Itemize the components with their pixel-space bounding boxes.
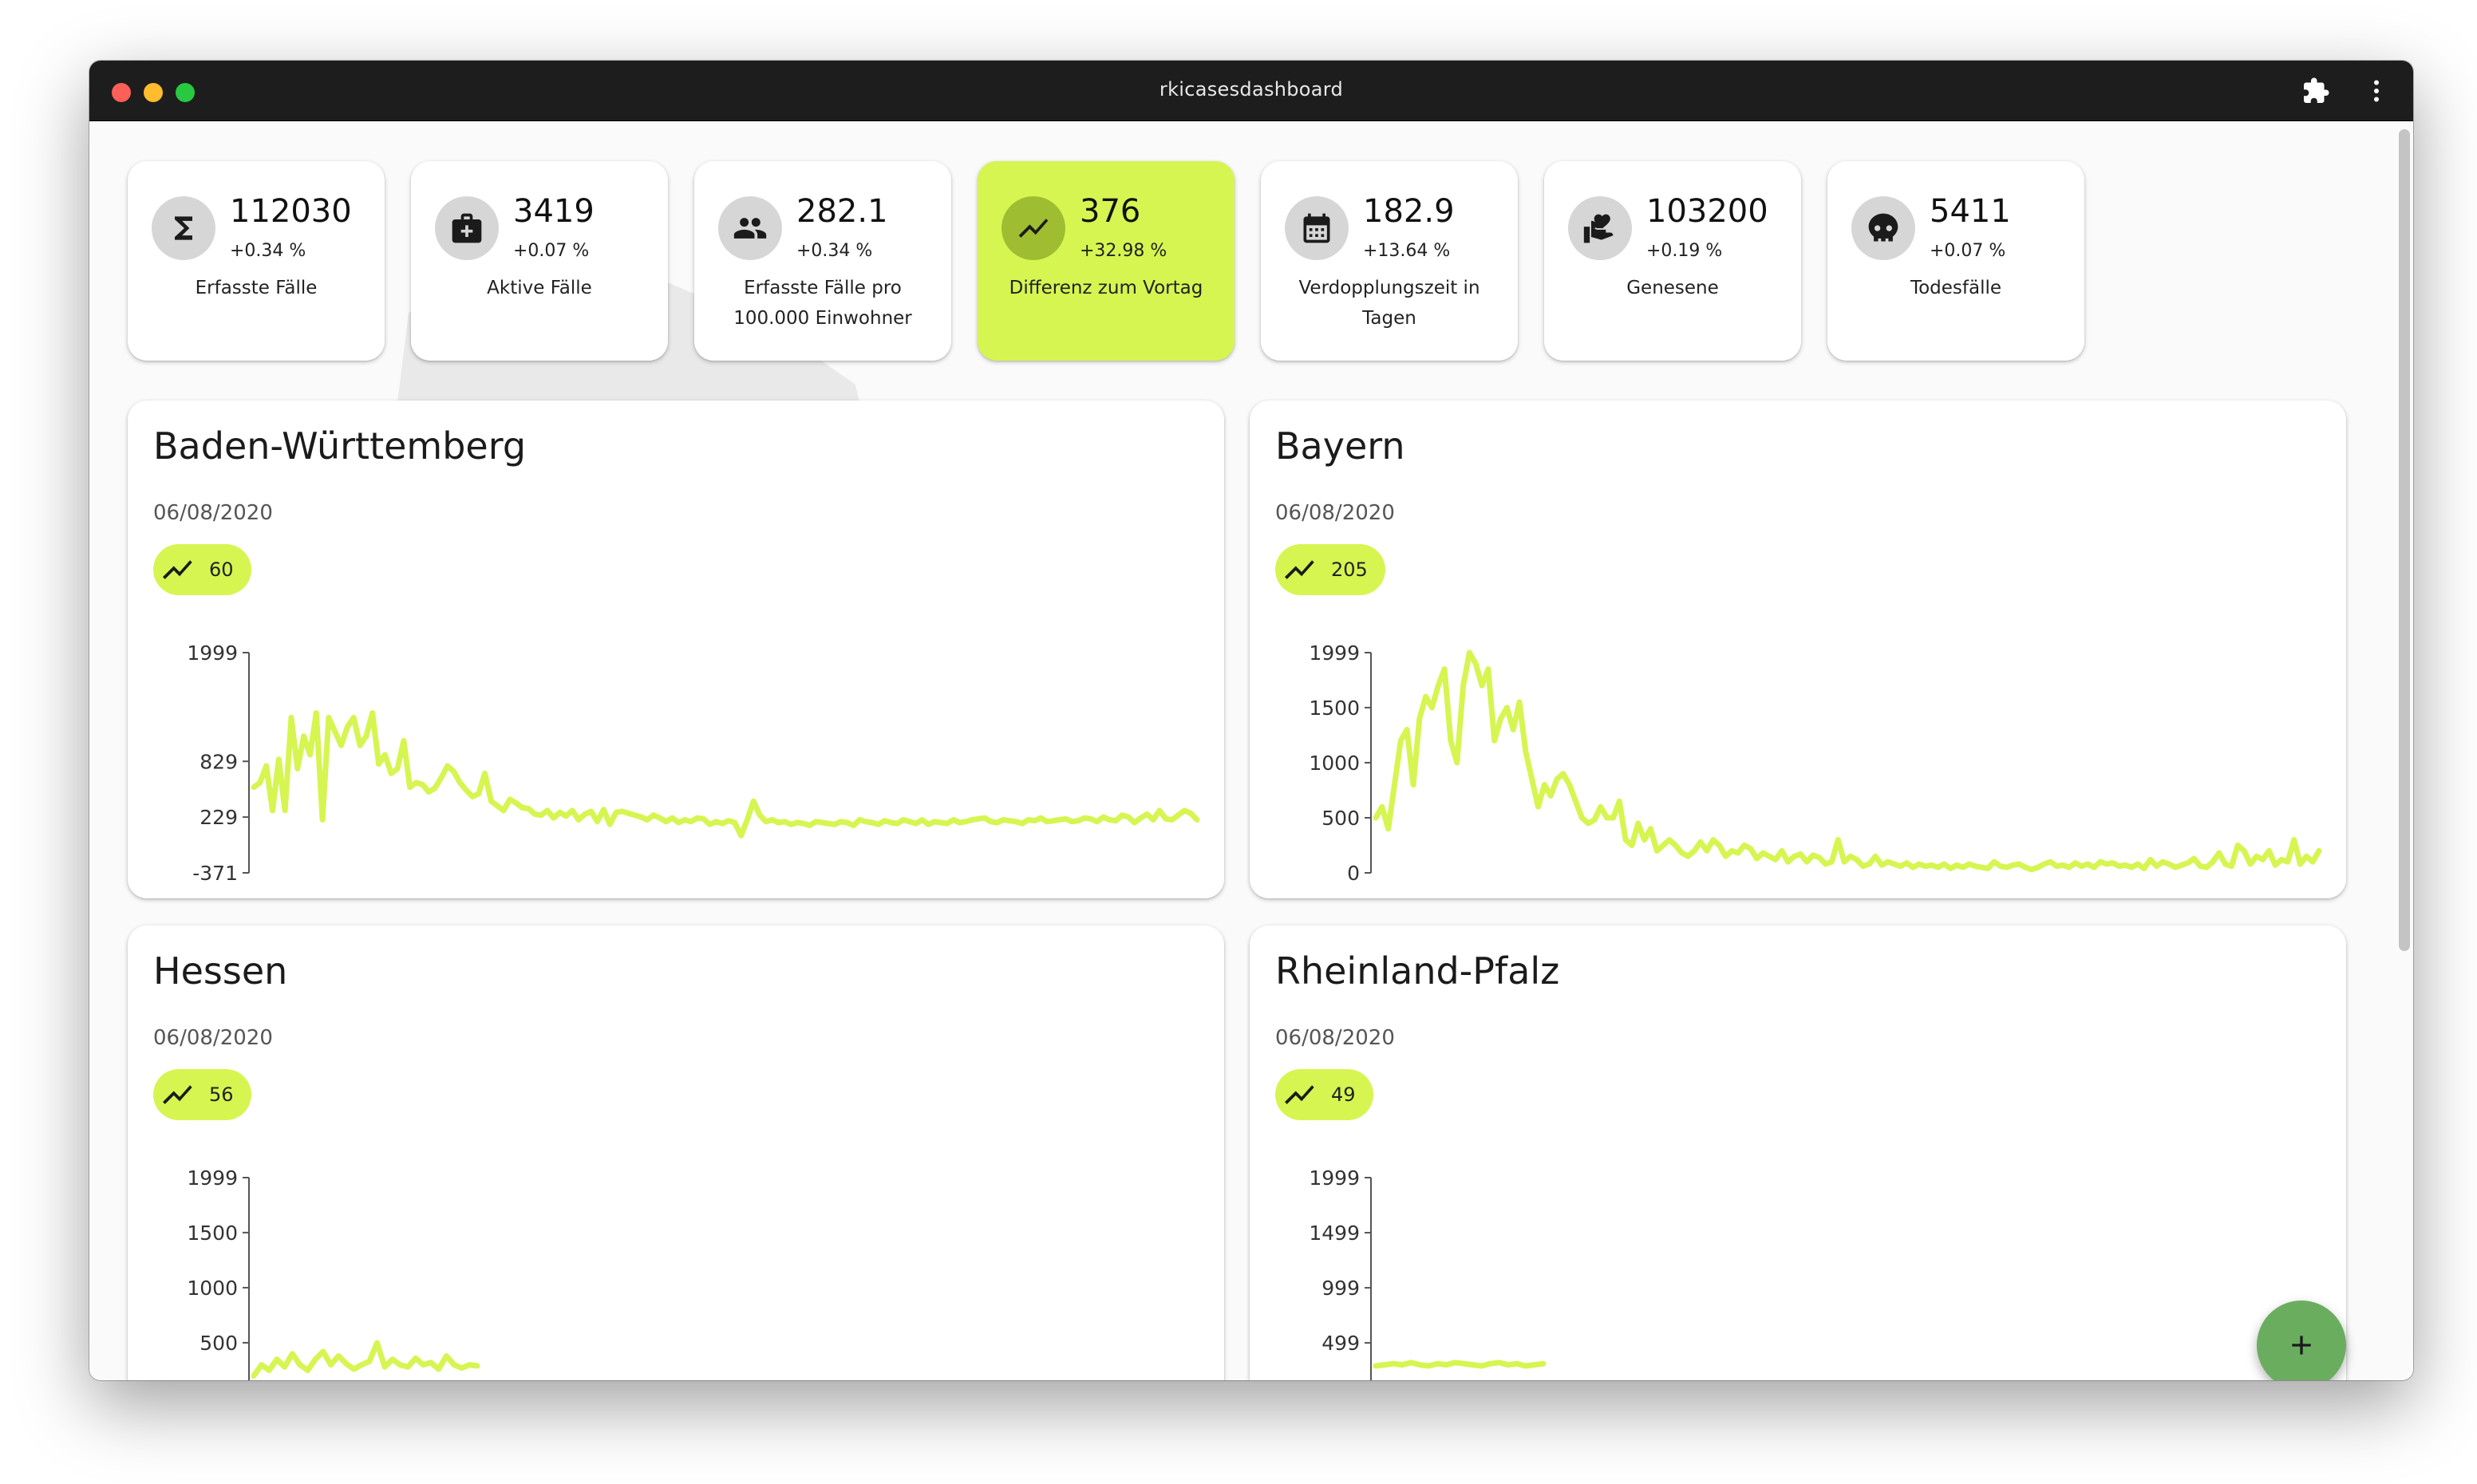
stat-value: 182.9 — [1363, 193, 1455, 230]
stat-change: +0.19 % — [1646, 241, 1723, 261]
stat-icon-wrap — [1001, 196, 1065, 260]
trend-line-chart: 1999 829 229 -371 — [187, 641, 1200, 885]
stat-label: Verdopplungszeit in Tagen — [1298, 278, 1480, 329]
stat-card[interactable]: 3419 +0.07 % Aktive Fälle — [411, 161, 668, 361]
window-title: rkicasesdashboard — [1159, 78, 1344, 101]
y-tick-label: -371 — [192, 862, 238, 885]
dashboard-content: 112030 +0.34 % Erfasste Fälle 3419 +0.07… — [89, 121, 2413, 1380]
stat-change: +0.07 % — [513, 241, 590, 261]
y-tick-label: 499 — [1321, 1332, 1360, 1355]
y-tick-label: 0 — [1347, 862, 1360, 885]
skull-icon — [1868, 213, 1898, 242]
stat-card[interactable]: 376 +32.98 % Differenz zum Vortag — [978, 161, 1235, 361]
more-vert-icon[interactable] — [2362, 77, 2391, 105]
stat-label: Genesene — [1626, 278, 1719, 298]
stat-value: 5411 — [1930, 193, 2011, 230]
trend-series-line — [251, 1340, 480, 1379]
stat-label: Todesfälle — [1910, 278, 2002, 298]
stat-value: 376 — [1080, 193, 1141, 230]
stat-icon-wrap — [718, 196, 782, 260]
y-tick-label: 1999 — [187, 641, 238, 665]
stat-card[interactable]: 103200 +0.19 % Genesene — [1544, 161, 1801, 361]
plus-icon — [2292, 1336, 2311, 1355]
trend-line-chart: 1999 1499 999 499 — [1309, 1166, 1547, 1380]
heart-hand-icon — [1583, 214, 1614, 243]
stat-icon-wrap — [1851, 196, 1915, 260]
add-fab-button[interactable] — [2257, 1300, 2346, 1380]
trend-line-chart: 1999 1500 1000 500 — [187, 1166, 480, 1380]
stat-label: Erfasste Fälle pro 100.000 Einwohner — [733, 278, 912, 329]
state-card[interactable]: Bayern 06/08/2020 205 1999 1500 1000 500 0 — [1250, 401, 2346, 898]
title-bar: rkicasesdashboard — [89, 61, 2413, 121]
app-window: rkicasesdashboard 112030 +0.34 % Erfasst… — [89, 61, 2413, 1380]
medical-bag-icon — [452, 213, 482, 243]
stat-card[interactable]: 5411 +0.07 % Todesfälle — [1827, 161, 2084, 361]
y-tick-label: 1999 — [1309, 641, 1360, 665]
trend-series-line — [1373, 1360, 1547, 1369]
trend-series-line — [251, 710, 1200, 839]
stat-value: 103200 — [1646, 193, 1768, 230]
stat-icon-wrap — [1568, 196, 1632, 260]
stat-change: +0.34 % — [230, 241, 306, 261]
stat-icon-wrap — [152, 196, 215, 260]
stat-card[interactable]: 182.9 +13.64 % Verdopplungszeit in Tagen — [1261, 161, 1518, 361]
stat-card[interactable]: 282.1 +0.34 % Erfasste Fälle pro 100.000… — [694, 161, 951, 361]
stat-change: +32.98 % — [1080, 241, 1167, 261]
y-tick-label: 229 — [200, 806, 238, 829]
extension-icon[interactable] — [2301, 77, 2330, 105]
trend-line-chart: 1999 1500 1000 500 0 — [1309, 641, 2322, 885]
calendar-icon — [1303, 213, 1330, 243]
people-icon — [733, 218, 767, 239]
y-tick-label: 1999 — [1309, 1166, 1360, 1190]
trend-series-line — [1373, 649, 2322, 873]
trending-icon — [1018, 219, 1049, 238]
stat-icon-wrap — [435, 196, 499, 260]
state-card[interactable]: Rheinland-Pfalz 06/08/2020 49 1999 1499 99… — [1250, 926, 2346, 1380]
stat-value: 3419 — [513, 193, 595, 230]
y-tick-label: 999 — [1321, 1277, 1360, 1300]
state-card[interactable]: Hessen 06/08/2020 56 1999 1500 1000 500 — [128, 926, 1224, 1380]
stat-label: Erfasste Fälle — [195, 278, 318, 298]
y-tick-label: 500 — [1321, 807, 1360, 830]
state-card[interactable]: Baden-Württemberg 06/08/2020 60 1999 829 2… — [128, 401, 1224, 898]
stat-change: +13.64 % — [1363, 241, 1451, 261]
y-tick-label: 1000 — [1309, 752, 1360, 775]
y-tick-label: 1000 — [187, 1277, 238, 1300]
stat-value: 282.1 — [796, 193, 888, 230]
stat-change: +0.34 % — [796, 241, 873, 261]
y-tick-label: 1500 — [1309, 697, 1360, 720]
stat-card[interactable]: 112030 +0.34 % Erfasste Fälle — [128, 161, 385, 361]
stat-label: Aktive Fälle — [487, 278, 592, 298]
stat-change: +0.07 % — [1930, 241, 2006, 261]
stat-icon-wrap — [1285, 196, 1349, 260]
stat-value: 112030 — [230, 193, 352, 230]
y-tick-label: 1500 — [187, 1222, 238, 1245]
y-tick-label: 1499 — [1309, 1222, 1360, 1245]
y-tick-label: 829 — [200, 750, 238, 773]
stat-label: Differenz zum Vortag — [1009, 278, 1203, 298]
sigma-icon — [175, 216, 192, 240]
y-tick-label: 1999 — [187, 1166, 238, 1190]
vertical-scrollbar[interactable] — [2399, 129, 2410, 951]
y-tick-label: 500 — [200, 1332, 238, 1355]
